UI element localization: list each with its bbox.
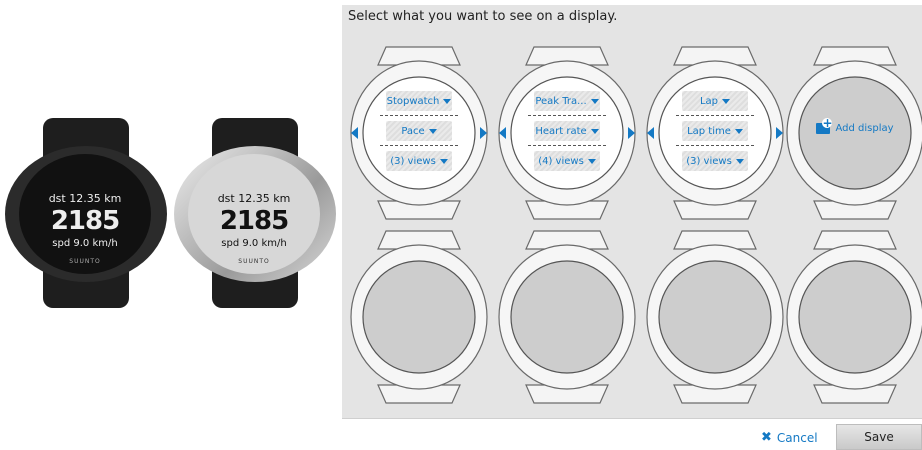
next-display-arrow[interactable] — [776, 127, 783, 139]
empty-display-slot — [644, 227, 786, 407]
caret-down-icon — [590, 98, 599, 104]
watch-brand: SUUNTO — [238, 258, 270, 265]
field-top-select[interactable]: Stopwatch — [386, 91, 452, 111]
display-slot-2: Peak Tra... Heart rate (4) views — [496, 43, 638, 223]
add-display-slot[interactable]: Add display — [784, 43, 922, 223]
watch-outline-icon — [350, 230, 488, 404]
field-label: (4) views — [538, 155, 584, 167]
caret-down-icon — [443, 98, 452, 104]
cancel-label: Cancel — [776, 430, 818, 445]
watch-dst: dst 12.35 km — [48, 192, 122, 205]
watch-outline-icon — [646, 230, 784, 404]
caret-down-icon — [734, 128, 743, 134]
display-fields: Lap Lap time (3) views — [670, 87, 760, 179]
product-photo: dst 12.35 km 2185 spd 9.0 km/h SUUNTO ds… — [0, 0, 342, 450]
field-middle-select[interactable]: Heart rate — [534, 121, 600, 141]
watch-alt: 2185 — [219, 206, 289, 236]
watch-brand: SUUNTO — [69, 258, 101, 265]
field-label: Lap time — [687, 125, 731, 137]
field-divider — [528, 145, 606, 146]
add-display-label: Add display — [835, 123, 894, 134]
display-fields: Peak Tra... Heart rate (4) views — [522, 87, 612, 179]
views-select[interactable]: (4) views — [534, 151, 600, 171]
field-label: Lap — [699, 95, 719, 107]
display-slot-3: Lap Lap time (3) views — [644, 43, 786, 223]
empty-display-slot — [348, 227, 490, 407]
watch-spd: spd 9.0 km/h — [221, 238, 287, 249]
caret-down-icon — [428, 128, 437, 134]
field-top-select[interactable]: Lap — [682, 91, 748, 111]
save-button[interactable]: Save — [836, 424, 922, 450]
next-display-arrow[interactable] — [480, 127, 487, 139]
field-middle-select[interactable]: Lap time — [682, 121, 748, 141]
field-top-select[interactable]: Peak Tra... — [534, 91, 600, 111]
watch-dst: dst 12.35 km — [217, 192, 291, 205]
field-divider — [380, 115, 458, 116]
prev-display-arrow[interactable] — [351, 127, 358, 139]
add-display-button[interactable]: Add display — [788, 118, 922, 134]
empty-display-slot — [496, 227, 638, 407]
instruction-text: Select what you want to see on a display… — [348, 9, 618, 24]
field-label: Heart rate — [535, 125, 587, 137]
display-config-panel: Select what you want to see on a display… — [342, 5, 922, 419]
prev-display-arrow[interactable] — [647, 127, 654, 139]
field-label: (3) views — [686, 155, 732, 167]
add-display-icon — [816, 118, 833, 134]
field-label: Stopwatch — [386, 95, 440, 107]
close-icon: ✖ — [761, 430, 772, 445]
empty-display-slot — [784, 227, 922, 407]
watch-alt: 2185 — [50, 206, 120, 236]
display-slot-1: Stopwatch Pace (3) views — [348, 43, 490, 223]
field-middle-select[interactable]: Pace — [386, 121, 452, 141]
caret-down-icon — [439, 158, 448, 164]
views-select[interactable]: (3) views — [682, 151, 748, 171]
watch-outline-icon — [786, 230, 922, 404]
next-display-arrow[interactable] — [628, 127, 635, 139]
caret-down-icon — [587, 158, 596, 164]
caret-down-icon — [590, 128, 599, 134]
caret-down-icon — [735, 158, 744, 164]
watch-black: dst 12.35 km 2185 spd 9.0 km/h SUUNTO — [5, 118, 167, 308]
caret-down-icon — [722, 98, 731, 104]
field-divider — [528, 115, 606, 116]
cancel-button[interactable]: ✖ Cancel — [761, 430, 818, 445]
field-divider — [380, 145, 458, 146]
field-divider — [676, 115, 754, 116]
field-label: Peak Tra... — [535, 95, 587, 107]
field-label: Pace — [401, 125, 425, 137]
views-select[interactable]: (3) views — [386, 151, 452, 171]
watch-silver: dst 12.35 km 2185 spd 9.0 km/h SUUNTO — [174, 118, 336, 308]
prev-display-arrow[interactable] — [499, 127, 506, 139]
field-label: (3) views — [390, 155, 436, 167]
field-divider — [676, 145, 754, 146]
watch-outline-icon — [498, 230, 636, 404]
watch-spd: spd 9.0 km/h — [52, 238, 118, 249]
display-fields: Stopwatch Pace (3) views — [374, 87, 464, 179]
